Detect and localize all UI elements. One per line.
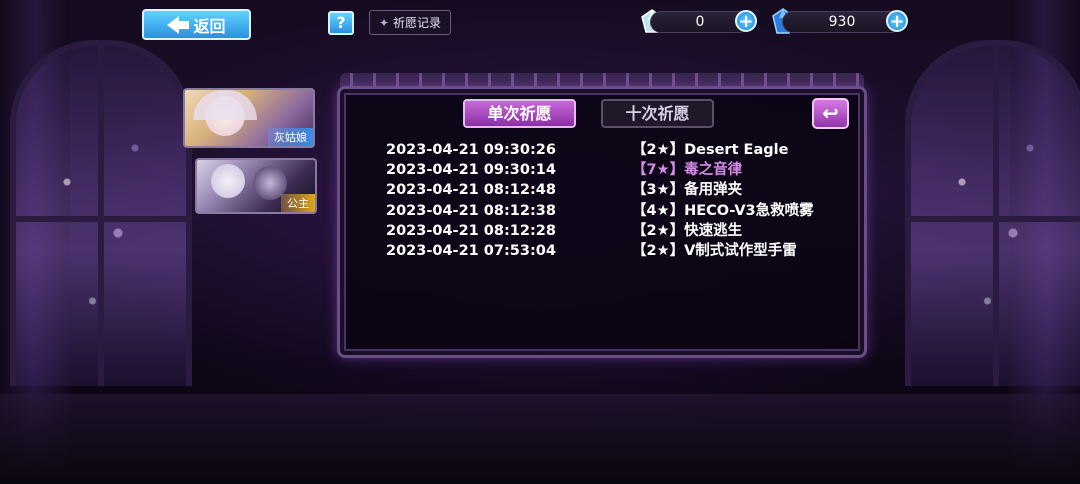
left-stained-window [10, 40, 192, 386]
gem-count: 930 [782, 11, 902, 33]
record-row: 2023-04-21 08:12:38 【4★】HECO-V3急救喷雾 [386, 201, 846, 221]
wish-record-icon: ✦ [378, 15, 390, 30]
character-hair [193, 90, 257, 120]
return-arrow-icon[interactable]: ↩ [812, 98, 849, 129]
record-item: 【3★】备用弹夹 [632, 182, 743, 199]
back-label: 返回 [193, 16, 226, 36]
record-item: 【7★】毒之音律 [632, 162, 743, 179]
record-row: 2023-04-21 08:12:28 【2★】快速逃生 [386, 221, 846, 241]
record-time: 2023-04-21 08:12:48 [386, 182, 556, 199]
help-button[interactable]: ? [328, 11, 354, 35]
record-item: 【2★】快速逃生 [632, 222, 743, 239]
record-time: 2023-04-21 09:30:14 [386, 162, 556, 179]
tab-ten-wish[interactable]: 十次祈愿 [601, 99, 714, 128]
record-row: 2023-04-21 09:30:14 【7★】毒之音律 [386, 160, 846, 180]
add-crystal-button[interactable]: + [735, 10, 757, 32]
record-row: 2023-04-21 08:12:48 【3★】备用弹夹 [386, 180, 846, 200]
record-time: 2023-04-21 08:12:38 [386, 202, 556, 219]
panel-ornament [340, 73, 864, 87]
record-row: 2023-04-21 07:53:04 【2★】V制式试作型手雷 [386, 241, 846, 261]
character-tag: 灰姑娘 [268, 128, 313, 146]
character-card-princess[interactable]: 公主 [195, 158, 317, 214]
wish-record-label: 祈愿记录 [393, 16, 442, 30]
crystal-value: 0 [695, 14, 705, 30]
character-tag: 公主 [281, 194, 315, 212]
floor [0, 394, 1080, 484]
add-gem-button[interactable]: + [886, 10, 908, 32]
character-card-cinderella[interactable]: 灰姑娘 [183, 88, 315, 148]
gem-value: 930 [828, 14, 856, 30]
record-row: 2023-04-21 09:30:26 【2★】Desert Eagle [386, 140, 846, 160]
record-list: 2023-04-21 09:30:26 【2★】Desert Eagle 202… [386, 140, 846, 261]
back-button[interactable]: 返回 [142, 9, 251, 40]
character-portrait [211, 164, 245, 198]
record-time: 2023-04-21 07:53:04 [386, 242, 556, 259]
record-item: 【4★】HECO-V3急救喷雾 [632, 202, 814, 219]
record-item: 【2★】Desert Eagle [632, 142, 789, 158]
right-stained-window [905, 40, 1080, 386]
record-time: 2023-04-21 08:12:28 [386, 222, 556, 239]
back-arrow-icon [167, 15, 190, 34]
record-item: 【2★】V制式试作型手雷 [632, 242, 797, 259]
wish-record-button[interactable]: ✦ 祈愿记录 [369, 10, 451, 35]
record-time: 2023-04-21 09:30:26 [386, 142, 556, 158]
tab-single-wish[interactable]: 单次祈愿 [463, 99, 576, 128]
